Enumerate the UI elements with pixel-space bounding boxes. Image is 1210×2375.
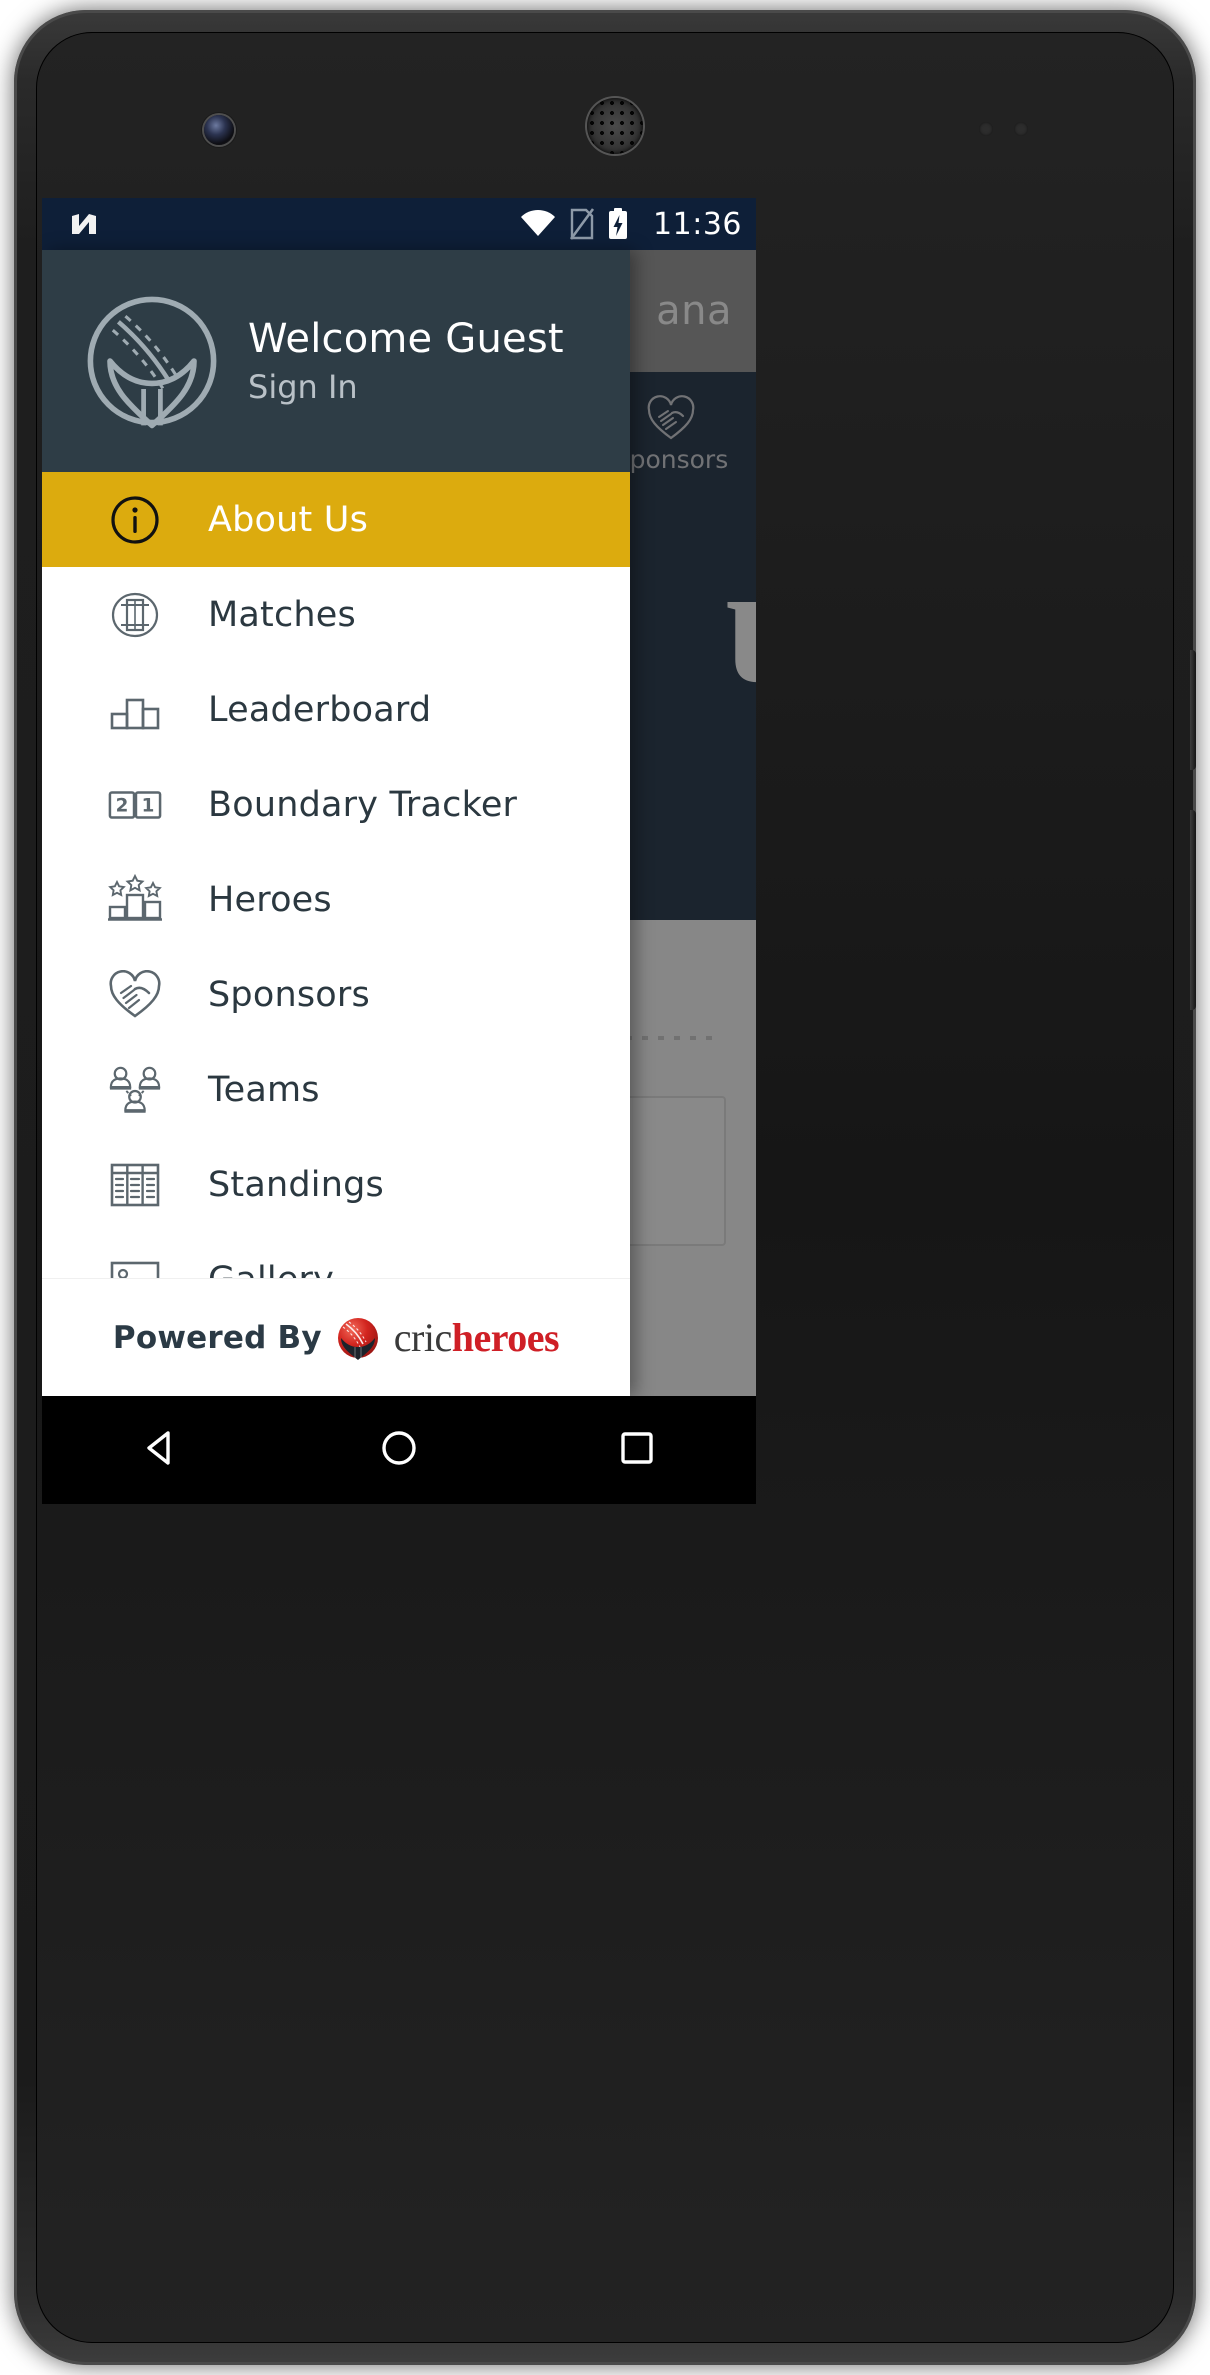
volume-button[interactable] (1190, 810, 1196, 1010)
handshake-heart-icon (108, 968, 162, 1022)
podium-bars-icon (108, 683, 162, 737)
sim-card-off-icon (569, 208, 595, 240)
cricheroes-ball-icon (337, 1317, 378, 1360)
proximity-sensor (979, 122, 993, 136)
drawer-item-label: Sponsors (208, 974, 370, 1015)
drawer-item-label: Standings (208, 1164, 384, 1205)
power-button[interactable] (1190, 650, 1196, 770)
battery-charging-icon (609, 208, 628, 239)
brand-cric: cric (393, 1315, 452, 1360)
drawer-footer-branding: Powered By cricheroes (42, 1278, 630, 1396)
cricheroes-ball-helmet-icon (87, 296, 217, 429)
android-n-logo-icon (72, 214, 96, 234)
drawer-item-leaderboard[interactable]: Leaderboard (42, 662, 630, 757)
drawer-item-standings[interactable]: Standings (42, 1137, 630, 1232)
light-sensor (1014, 122, 1028, 136)
status-bar: 11:36 (42, 198, 756, 250)
recents-square-icon[interactable] (613, 1424, 661, 1476)
photo-frame-icon (108, 1253, 162, 1278)
powered-by-label: Powered By (112, 1319, 322, 1356)
drawer-menu-list[interactable]: About Us Matches Leaderboard 2 1 Boundar… (42, 472, 630, 1278)
drawer-sign-in-link[interactable]: Sign In (248, 368, 564, 406)
svg-text:1: 1 (142, 795, 155, 816)
phone-screen: ana Sponsors ub (42, 198, 756, 1396)
drawer-item-heroes[interactable]: Heroes (42, 852, 630, 947)
drawer-welcome-text: Welcome Guest (248, 316, 564, 362)
drawer-item-label: Gallery (208, 1260, 334, 1279)
home-circle-icon[interactable] (375, 1424, 423, 1476)
drawer-item-label: About Us (208, 499, 369, 540)
back-triangle-icon[interactable] (137, 1424, 185, 1476)
front-camera (204, 115, 234, 145)
drawer-item-label: Boundary Tracker (208, 784, 518, 825)
table-columns-icon (108, 1158, 162, 1212)
drawer-item-gallery[interactable]: Gallery (42, 1232, 630, 1278)
drawer-item-boundary-tracker[interactable]: 2 1 Boundary Tracker (42, 757, 630, 852)
info-circle-icon (108, 493, 162, 547)
drawer-item-matches[interactable]: Matches (42, 567, 630, 662)
drawer-item-about-us[interactable]: About Us (42, 472, 630, 567)
cricheroes-wordmark: cricheroes (393, 1314, 560, 1361)
brand-heroes: heroes (451, 1315, 560, 1360)
status-bar-icons: 11:36 (519, 207, 742, 242)
two-one-boxes-icon: 2 1 (108, 778, 162, 832)
drawer-item-label: Matches (208, 594, 356, 635)
drawer-item-sponsors[interactable]: Sponsors (42, 947, 630, 1042)
svg-text:2: 2 (116, 795, 129, 816)
drawer-header[interactable]: Welcome Guest Sign In (42, 250, 630, 472)
podium-stars-icon (108, 873, 162, 927)
navigation-drawer: Welcome Guest Sign In About Us Matches L… (42, 250, 630, 1396)
device-chin (14, 2115, 1196, 2365)
cricket-pitch-icon (108, 588, 162, 642)
android-navigation-bar (42, 1396, 756, 1504)
three-people-icon (108, 1063, 162, 1117)
drawer-item-label: Heroes (208, 879, 332, 920)
earpiece-speaker (587, 98, 643, 154)
drawer-item-label: Leaderboard (208, 689, 432, 730)
drawer-item-teams[interactable]: Teams (42, 1042, 630, 1137)
wifi-icon (521, 209, 556, 236)
drawer-item-label: Teams (208, 1069, 320, 1110)
status-bar-clock: 11:36 (653, 206, 742, 242)
drawer-user-info: Welcome Guest Sign In (248, 316, 564, 406)
